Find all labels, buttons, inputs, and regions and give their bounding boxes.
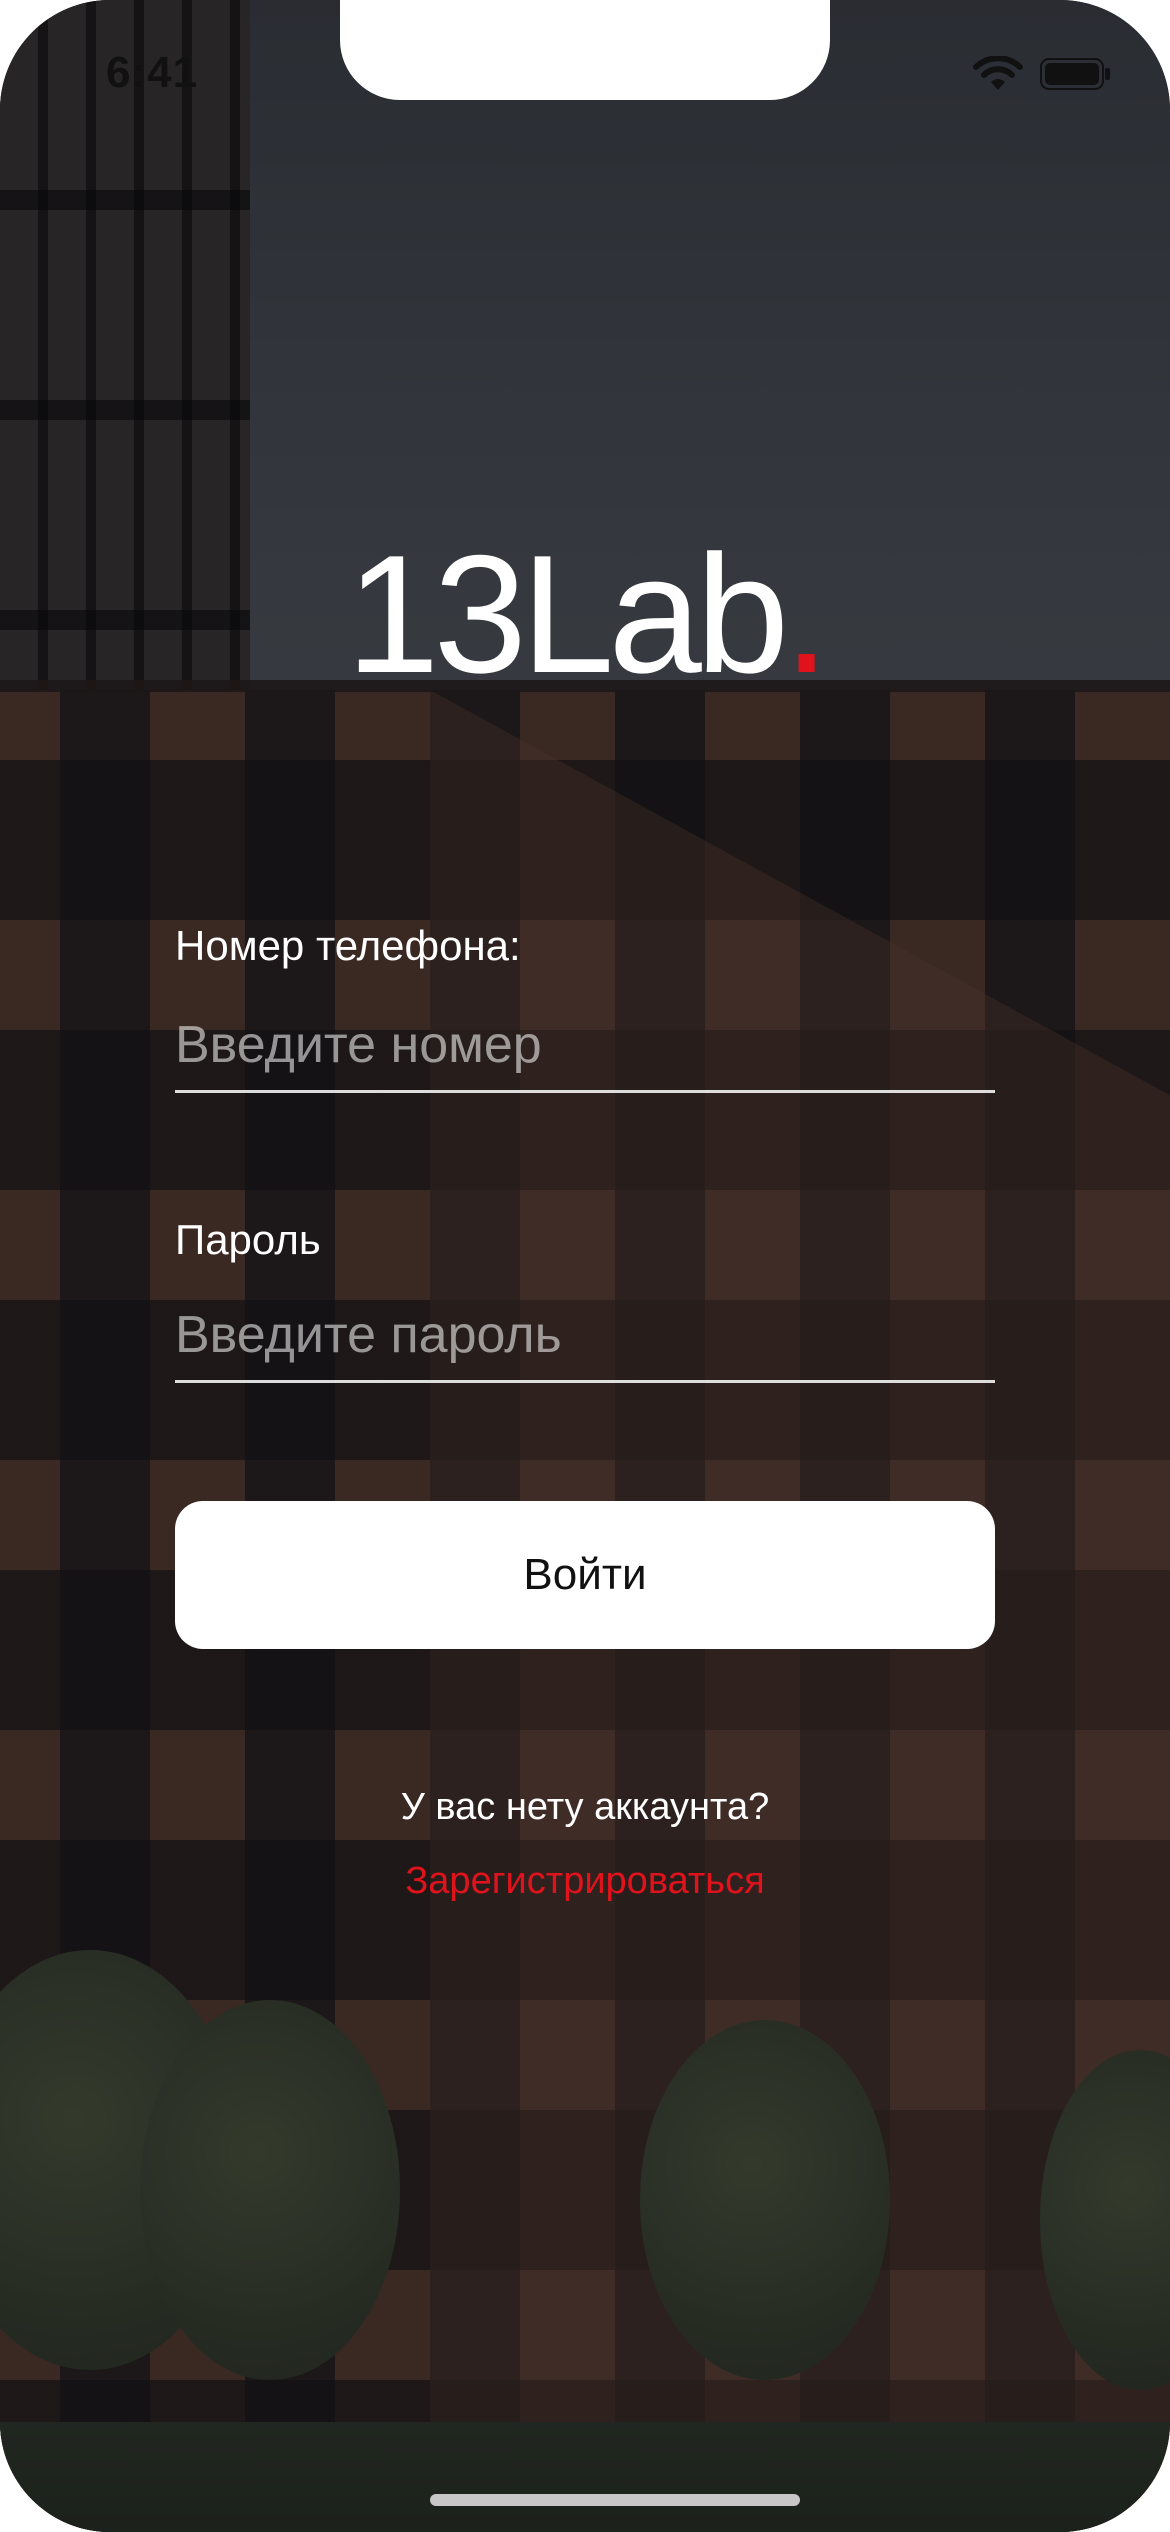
battery-icon [1040, 58, 1110, 90]
wifi-icon [973, 56, 1023, 90]
device-notch [340, 0, 830, 100]
app-logo: 13Lab. [0, 530, 1170, 698]
password-input[interactable] [175, 1290, 995, 1383]
login-screen: 6:41 13Lab. Номер телефона: Пароль Войти… [0, 0, 1170, 2532]
home-indicator[interactable] [430, 2494, 800, 2506]
logo-text: 13Lab [346, 520, 789, 708]
dark-overlay [0, 0, 1170, 2532]
register-link[interactable]: Зарегистрироваться [0, 1860, 1170, 1903]
phone-label: Номер телефона: [175, 922, 521, 969]
login-button[interactable]: Войти [175, 1501, 995, 1649]
background-photo [0, 0, 1170, 2532]
password-label: Пароль [175, 1216, 321, 1263]
no-account-text: У вас нету аккаунта? [400, 1786, 770, 1828]
logo-dot: . [783, 520, 830, 708]
status-time: 6:41 [106, 48, 199, 97]
phone-input[interactable] [175, 1000, 995, 1093]
